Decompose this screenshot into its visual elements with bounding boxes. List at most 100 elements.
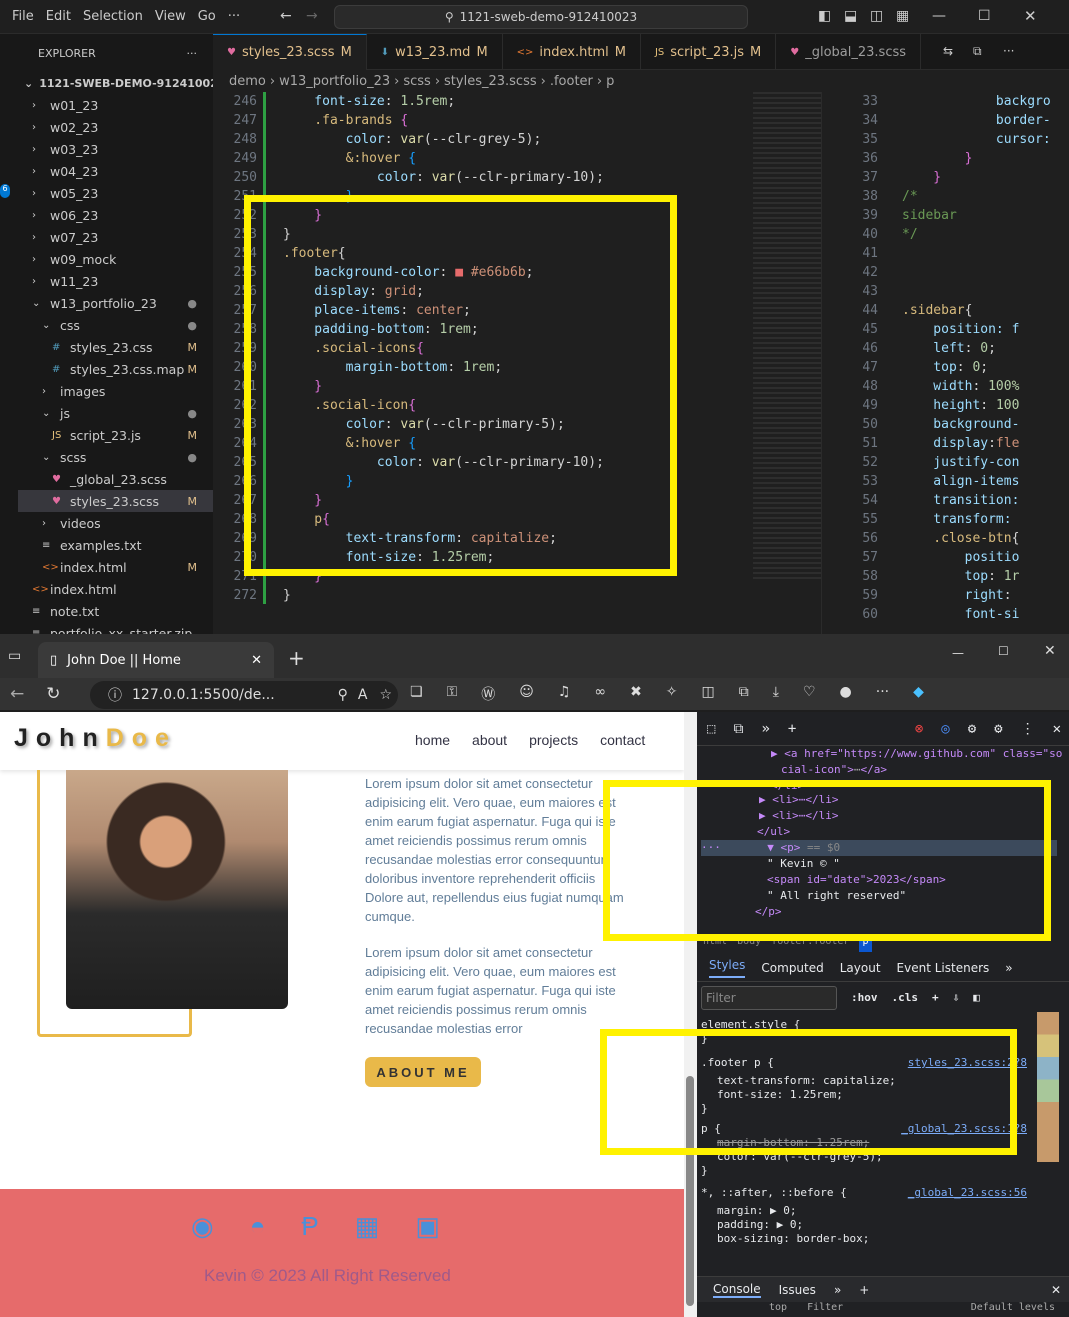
console-context[interactable]: top xyxy=(769,1302,787,1317)
editor-more-icon[interactable]: ··· xyxy=(1003,44,1014,58)
menu-selection[interactable]: Selection xyxy=(77,9,149,24)
menu-file[interactable]: File xyxy=(6,9,40,24)
tab-layout[interactable]: Layout xyxy=(840,961,881,975)
toggle-sidebar-icon[interactable]: ◧ xyxy=(818,8,831,24)
tab-actions-icon[interactable]: ▭ xyxy=(8,648,21,664)
more-menu-icon[interactable]: ··· xyxy=(876,684,889,704)
breadcrumb-item[interactable]: scss xyxy=(403,74,430,89)
zoom-icon[interactable]: ⚲ xyxy=(338,687,348,703)
more-panels-icon[interactable]: » xyxy=(1005,961,1012,975)
audio-extension-icon[interactable]: ♫ xyxy=(558,684,571,704)
nav-home[interactable]: home xyxy=(415,732,450,748)
issues-tab[interactable]: Issues xyxy=(779,1283,816,1297)
browser-minimize-icon[interactable]: — xyxy=(952,646,964,660)
breadcrumb-item[interactable]: .footer xyxy=(550,74,593,89)
code-line[interactable]: 249 &:hover { xyxy=(213,149,821,168)
console-filter[interactable]: Filter xyxy=(807,1302,843,1317)
github-icon[interactable]: ◉ xyxy=(191,1211,214,1242)
issues-icon[interactable]: ◎ xyxy=(941,721,949,737)
devtools-menu-icon[interactable]: ⋮ xyxy=(1021,721,1035,737)
errors-icon[interactable]: ⊗ xyxy=(915,721,923,737)
code-line[interactable]: 51 display:fle xyxy=(822,434,1069,453)
code-line[interactable]: 34 border- xyxy=(822,111,1069,130)
code-line[interactable]: 45 position: f xyxy=(822,320,1069,339)
close-icon[interactable]: ✕ xyxy=(1024,7,1037,25)
layout-icon[interactable]: ▦ xyxy=(896,8,909,24)
paypal-icon[interactable]: Ᵽ xyxy=(301,1211,318,1242)
extension-off-icon[interactable]: ⚿ xyxy=(447,684,458,704)
tree-item[interactable]: › w02_23 xyxy=(18,116,213,138)
split-editor-icon[interactable]: ⇆ xyxy=(943,44,953,58)
code-line[interactable]: 55 transform: xyxy=(822,510,1069,529)
tree-item[interactable]: › w05_23 xyxy=(18,182,213,204)
rule3-prop-box-sizing[interactable]: box-sizing: border-box; xyxy=(701,1232,1027,1246)
code-line[interactable]: 41 xyxy=(822,244,1069,263)
code-line[interactable]: 48 width: 100% xyxy=(822,377,1069,396)
close-extension-icon[interactable]: ✖ xyxy=(630,684,642,704)
linkedin-icon[interactable]: ▣ xyxy=(415,1211,440,1242)
device-toolbar-icon[interactable]: ⧉ xyxy=(733,721,743,737)
new-rule-icon[interactable]: + xyxy=(932,991,939,1004)
extensions-icon[interactable]: ✧ xyxy=(666,684,678,704)
code-line[interactable]: 60 font-si xyxy=(822,605,1069,624)
drawer-close-icon[interactable]: ✕ xyxy=(1051,1283,1061,1297)
read-aloud-icon[interactable]: A xyxy=(358,687,368,703)
code-line[interactable]: 43 xyxy=(822,282,1069,301)
tree-item[interactable]: ≡ examples.txt xyxy=(18,534,213,556)
cls-toggle[interactable]: .cls xyxy=(892,991,919,1004)
minimize-icon[interactable]: — xyxy=(932,8,946,24)
workspace-root[interactable]: ⌄ 1121-SWEB-DEMO-912410023 xyxy=(18,72,226,94)
tree-item[interactable]: ≡ note.txt xyxy=(18,600,213,622)
command-center-search[interactable]: ⚲ 1121-sweb-demo-912410023 xyxy=(334,5,748,29)
extension-w-icon[interactable]: Ⓦ xyxy=(481,684,495,704)
breadcrumb-item[interactable]: w13_portfolio_23 xyxy=(279,74,390,89)
menu-go[interactable]: Go xyxy=(192,9,222,24)
tree-item[interactable]: ⌄ scss ● xyxy=(18,446,213,468)
code-line[interactable]: 272} xyxy=(213,586,821,605)
editor-tab[interactable]: JS script_23.js M xyxy=(641,34,777,70)
rule-universal[interactable]: *, ::after, ::before {_global_23.scss:56 xyxy=(701,1186,1027,1200)
menu-edit[interactable]: Edit xyxy=(40,9,77,24)
computed-styles-icon[interactable]: ⇩ xyxy=(953,991,960,1004)
code-line[interactable]: 46 left: 0; xyxy=(822,339,1069,358)
browser-tab[interactable]: ▯ John Doe || Home ✕ xyxy=(38,642,274,678)
toggle-secondary-sidebar-icon[interactable]: ◫ xyxy=(870,8,883,24)
profile-avatar[interactable]: ● xyxy=(840,684,852,704)
tab-computed[interactable]: Computed xyxy=(761,961,823,975)
browser-maximize-icon[interactable]: ☐ xyxy=(998,644,1009,658)
forward-arrow-icon[interactable]: → xyxy=(306,8,318,24)
tree-item[interactable]: › w01_23 xyxy=(18,94,213,116)
windows-icon[interactable]: ▦ xyxy=(355,1211,380,1242)
code-line[interactable]: 58 top: 1r xyxy=(822,567,1069,586)
chat-extension-icon[interactable]: ☺ xyxy=(519,684,534,704)
editor-tab[interactable]: <> index.html M xyxy=(503,34,641,70)
about-me-button[interactable]: ABOUT ME xyxy=(365,1057,481,1087)
rule3-prop-padding[interactable]: padding: ▶ 0; xyxy=(701,1218,1027,1232)
code-line[interactable]: 57 positio xyxy=(822,548,1069,567)
code-line[interactable]: 56 .close-btn{ xyxy=(822,529,1069,548)
tree-item[interactable]: ♥ styles_23.scss M xyxy=(18,490,213,512)
code-line[interactable]: 44 .sidebar{ xyxy=(822,301,1069,320)
styles-filter-input[interactable]: Filter xyxy=(701,986,837,1010)
console-tab[interactable]: Console xyxy=(713,1282,761,1298)
split-screen-icon[interactable]: ◫ xyxy=(702,684,715,704)
code-line[interactable]: 40 */ xyxy=(822,225,1069,244)
customize-icon[interactable]: ⚙ xyxy=(968,721,976,737)
code-line[interactable]: 39 sidebar xyxy=(822,206,1069,225)
back-arrow-icon[interactable]: ← xyxy=(280,8,292,24)
code-line[interactable]: 247 .fa-brands { xyxy=(213,111,821,130)
tree-item[interactable]: › videos xyxy=(18,512,213,534)
tree-item[interactable]: › w06_23 xyxy=(18,204,213,226)
code-line[interactable]: 36 } xyxy=(822,149,1069,168)
breadcrumb-item[interactable]: styles_23.scss xyxy=(444,74,537,89)
inspect-element-icon[interactable]: ⬚ xyxy=(707,721,715,737)
tree-item[interactable]: ⌄ js ● xyxy=(18,402,213,424)
code-line[interactable]: 246 font-size: 1.5rem; xyxy=(213,92,821,111)
tree-item[interactable]: # styles_23.css M xyxy=(18,336,213,358)
tree-item[interactable]: <> index.html xyxy=(18,578,213,600)
new-tab-icon[interactable]: + xyxy=(288,646,305,670)
breadcrumb-item[interactable]: demo xyxy=(229,74,266,89)
settings-icon[interactable]: ⚙ xyxy=(994,721,1002,737)
drawer-add-icon[interactable]: + xyxy=(859,1283,869,1297)
code-line[interactable]: 250 color: var(--clr-primary-10); xyxy=(213,168,821,187)
